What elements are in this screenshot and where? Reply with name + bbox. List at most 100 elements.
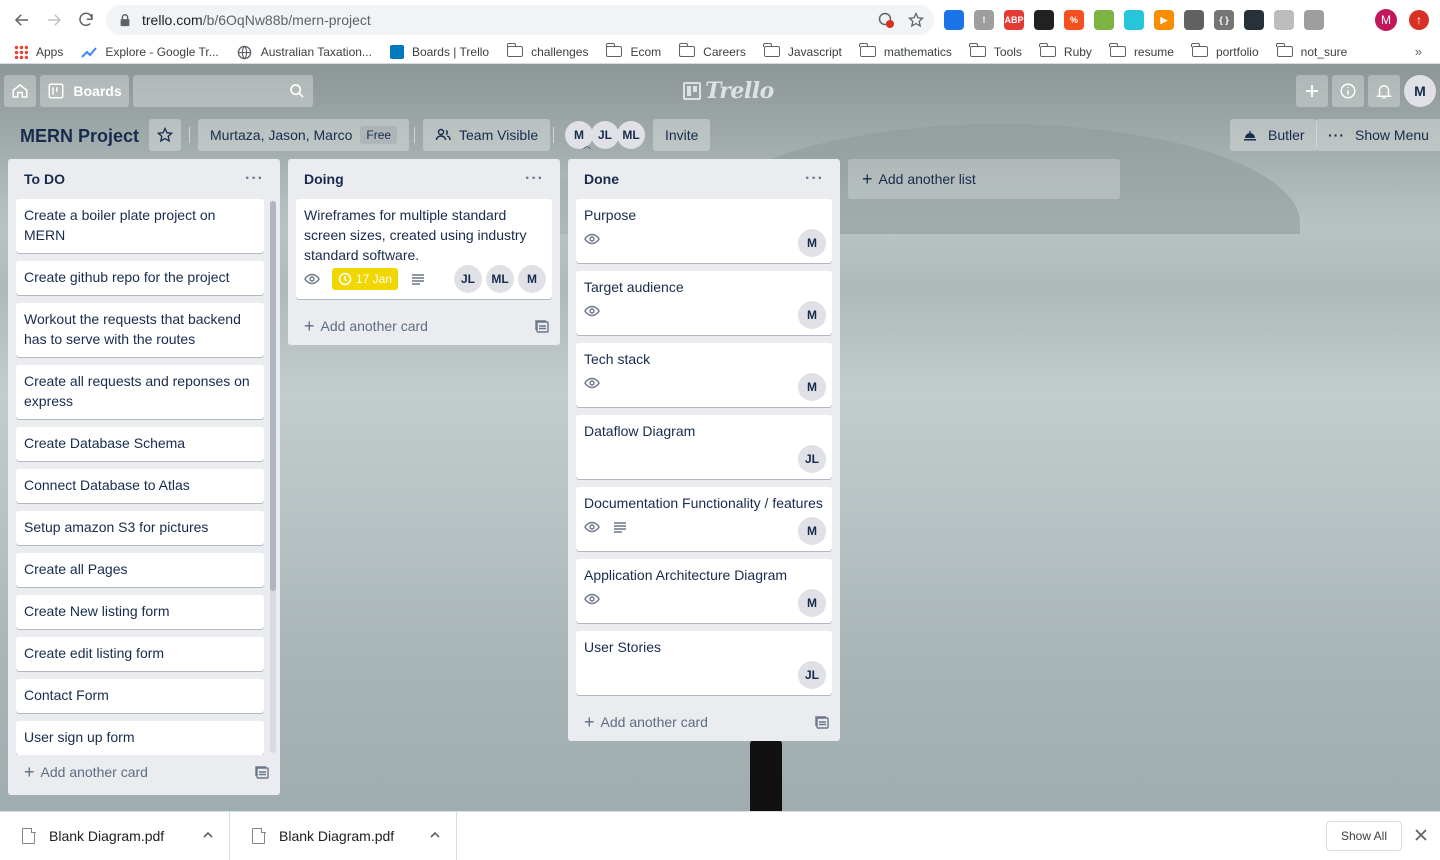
user-avatar[interactable]: M [1404, 75, 1436, 107]
browser-profile-avatar[interactable]: M [1375, 9, 1397, 31]
list-card[interactable]: User Stories JL [576, 631, 832, 695]
download-item[interactable]: Blank Diagram.pdf [230, 812, 457, 860]
list-card[interactable]: User sign up form [16, 721, 264, 755]
card-member-avatar[interactable]: M [518, 265, 546, 293]
card-member-avatar[interactable]: M [798, 589, 826, 617]
clock-extension-icon[interactable] [1274, 10, 1294, 30]
list-title[interactable]: Doing [304, 171, 344, 187]
trello-logo[interactable]: Trello [683, 78, 774, 104]
list-card[interactable]: Target audience M [576, 271, 832, 335]
list-card[interactable]: Setup amazon S3 for pictures [16, 511, 264, 545]
card-member-avatar[interactable]: M [798, 301, 826, 329]
moon-icon[interactable] [1034, 10, 1054, 30]
list-card[interactable]: Wireframes for multiple standard screen … [296, 199, 552, 299]
react-icon[interactable] [1124, 10, 1144, 30]
bookmark-item[interactable]: Explore - Google Tr... [81, 45, 219, 59]
back-button[interactable] [6, 4, 38, 36]
blocked-content-icon[interactable] [878, 12, 894, 28]
pen-icon[interactable] [944, 10, 964, 30]
bookmarks-overflow-button[interactable]: » [1415, 44, 1422, 59]
search-input[interactable] [133, 75, 313, 107]
butler-button[interactable]: Butler [1230, 119, 1317, 151]
reload-button[interactable] [70, 4, 102, 36]
bookmark-item[interactable]: Boards | Trello [389, 44, 489, 59]
bookmark-star-icon[interactable] [907, 11, 925, 28]
forward-button[interactable] [38, 4, 70, 36]
list-title[interactable]: Done [584, 171, 619, 187]
list-card[interactable]: Purpose M [576, 199, 832, 263]
list-card[interactable]: Create edit listing form [16, 637, 264, 671]
bookmark-item[interactable]: Javascript [763, 43, 842, 59]
card-member-avatar[interactable]: JL [798, 445, 826, 473]
update-icon[interactable]: ↑ [1409, 10, 1429, 30]
bookmark-item[interactable]: Australian Taxation... [237, 45, 372, 59]
visibility-button[interactable]: Team Visible [423, 119, 551, 151]
notifications-button[interactable] [1368, 75, 1400, 107]
chevron-up-icon[interactable] [428, 828, 442, 842]
bookmark-item[interactable]: Apps [14, 44, 63, 59]
card-template-icon[interactable] [254, 764, 270, 780]
bookmark-item[interactable]: Tools [969, 43, 1022, 59]
play-icon[interactable]: ▶ [1154, 10, 1174, 30]
close-icon[interactable] [1414, 828, 1428, 842]
download-item[interactable]: Blank Diagram.pdf [0, 812, 230, 860]
due-date-badge[interactable]: 17 Jan [332, 268, 399, 290]
list-card[interactable]: Contact Form [16, 679, 264, 713]
list-card[interactable]: Create github repo for the project [16, 261, 264, 295]
react-devtools-icon[interactable] [1244, 10, 1264, 30]
show-all-downloads-button[interactable]: Show All [1326, 821, 1402, 851]
list-title[interactable]: To DO [24, 171, 65, 187]
extension-alert-icon[interactable]: ! [974, 10, 994, 30]
bookmark-item[interactable]: Careers [678, 43, 746, 59]
bookmark-item[interactable]: mathematics [859, 43, 952, 59]
list-scrollbar[interactable] [270, 201, 276, 753]
list-card[interactable]: Create Database Schema [16, 427, 264, 461]
card-member-avatar[interactable]: JL [798, 661, 826, 689]
add-card-button[interactable]: + Add another card [568, 703, 840, 741]
list-card[interactable]: Create all requests and reponses on expr… [16, 365, 264, 419]
add-list-button[interactable]: + Add another list [848, 159, 1120, 199]
show-menu-button[interactable]: ··· Show Menu [1316, 119, 1440, 151]
code-icon[interactable]: { } [1214, 10, 1234, 30]
list-card[interactable]: Connect Database to Atlas [16, 469, 264, 503]
star-board-button[interactable] [149, 119, 181, 151]
bookmark-item[interactable]: challenges [506, 43, 588, 59]
bookmark-item[interactable]: not_sure [1276, 43, 1347, 59]
bookmark-item[interactable]: resume [1109, 43, 1174, 59]
team-button[interactable]: Murtaza, Jason, Marco Free [198, 119, 410, 151]
board-member-avatar[interactable]: ML [617, 121, 645, 149]
bookmark-item[interactable]: Ruby [1039, 43, 1092, 59]
eyedropper-icon[interactable] [1184, 10, 1204, 30]
chevron-up-icon[interactable] [201, 828, 215, 842]
board-member-avatar[interactable]: JL [591, 121, 619, 149]
bookmark-item[interactable]: Ecom [605, 43, 661, 59]
card-member-avatar[interactable]: ML [486, 265, 514, 293]
board-title[interactable]: MERN Project [20, 124, 139, 148]
address-bar[interactable]: trello.com/b/6OqNw88b/mern-project [106, 5, 934, 35]
list-card[interactable]: Create a boiler plate project on MERN [16, 199, 264, 253]
card-member-avatar[interactable]: M [798, 517, 826, 545]
card-member-avatar[interactable]: JL [454, 265, 482, 293]
scrollbar-thumb[interactable] [270, 201, 276, 591]
list-menu-icon[interactable]: ··· [245, 170, 264, 188]
list-card[interactable]: Dataflow Diagram JL [576, 415, 832, 479]
info-button[interactable] [1332, 75, 1364, 107]
invite-button[interactable]: Invite [653, 119, 711, 151]
create-button[interactable] [1296, 75, 1328, 107]
grid-extension-icon[interactable] [1094, 10, 1114, 30]
bookmark-item[interactable]: portfolio [1191, 43, 1259, 59]
card-template-icon[interactable] [814, 714, 830, 730]
boards-button[interactable]: Boards [40, 75, 129, 107]
card-template-icon[interactable] [534, 318, 550, 334]
adblock-icon[interactable]: ABP [1004, 10, 1024, 30]
list-card[interactable]: Tech stack M [576, 343, 832, 407]
card-member-avatar[interactable]: M [798, 373, 826, 401]
rainbow-icon[interactable] [1304, 10, 1324, 30]
card-member-avatar[interactable]: M [798, 229, 826, 257]
list-card[interactable]: Create New listing form [16, 595, 264, 629]
list-card[interactable]: Create all Pages [16, 553, 264, 587]
chart-extension-icon[interactable]: % [1064, 10, 1084, 30]
add-card-button[interactable]: + Add another card [8, 753, 280, 791]
home-button[interactable] [4, 75, 36, 107]
list-menu-icon[interactable]: ··· [805, 170, 824, 188]
